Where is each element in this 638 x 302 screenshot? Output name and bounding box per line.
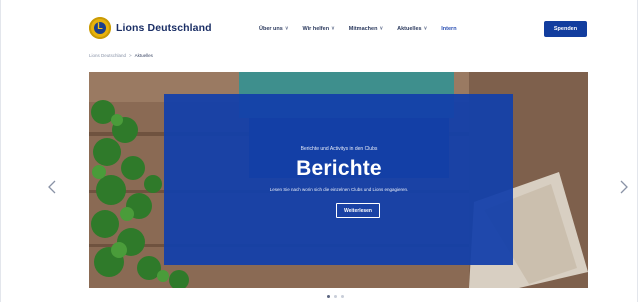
logo-text: Lions Deutschland — [116, 22, 212, 34]
chevron-down-icon: ∨ — [423, 25, 428, 32]
nav-item-wir-helfen[interactable]: Wir helfen ∨ — [302, 25, 335, 33]
nav-item-label: Über uns — [259, 26, 283, 32]
page: L Lions Deutschland Über uns ∨ Wir helfe… — [0, 0, 638, 302]
lions-logo[interactable]: L Lions Deutschland — [89, 16, 212, 40]
carousel-next-button[interactable] — [617, 176, 631, 198]
hero-kicker: Berichte und Activitys in den Clubs — [300, 146, 378, 152]
nav-item-mitmachen[interactable]: Mitmachen ∨ — [348, 25, 384, 33]
nav-item-label: Aktuelles — [397, 26, 422, 32]
chevron-left-icon — [48, 180, 56, 194]
chevron-right-icon — [620, 180, 628, 194]
lions-emblem-icon: L — [89, 17, 111, 39]
chevron-down-icon: ∨ — [379, 25, 384, 32]
hero-overlay: Berichte und Activitys in den Clubs Beri… — [164, 94, 513, 265]
carousel-pagination — [327, 295, 344, 298]
nav-item-intern[interactable]: Intern — [441, 26, 456, 32]
read-more-button[interactable]: Weiterlesen — [336, 203, 380, 218]
nav-item-aktuelles[interactable]: Aktuelles ∨ — [397, 25, 428, 33]
hero-slide: Berichte und Activitys in den Clubs Beri… — [89, 72, 588, 288]
hero-title: Berichte — [296, 157, 382, 180]
carousel-dot[interactable] — [327, 295, 330, 298]
breadcrumb-current: Aktuelles — [134, 52, 153, 58]
nav-item-label: Mitmachen — [348, 26, 378, 32]
nav-item-ueber-uns[interactable]: Über uns ∨ — [259, 25, 289, 33]
breadcrumb-separator: > — [129, 52, 132, 58]
chevron-down-icon: ∨ — [284, 25, 289, 32]
site-header: L Lions Deutschland Über uns ∨ Wir helfe… — [1, 0, 637, 52]
breadcrumb: Lions Deutschland > Aktuelles — [89, 51, 153, 59]
carousel-dot[interactable] — [341, 295, 344, 298]
nav-item-label: Wir helfen — [302, 26, 330, 32]
lions-emblem-glyph: L — [97, 21, 103, 31]
carousel-prev-button[interactable] — [45, 176, 59, 198]
main-nav: Über uns ∨ Wir helfen ∨ Mitmachen ∨ Aktu… — [259, 24, 471, 34]
chevron-down-icon: ∨ — [331, 25, 335, 32]
breadcrumb-home-link[interactable]: Lions Deutschland — [89, 53, 126, 58]
donate-button[interactable]: Spenden — [544, 21, 587, 37]
nav-item-label: Intern — [441, 26, 457, 32]
carousel-dot[interactable] — [334, 295, 337, 298]
hero-description: Lesen Sie nach worin sich die einzelnen … — [269, 187, 409, 192]
